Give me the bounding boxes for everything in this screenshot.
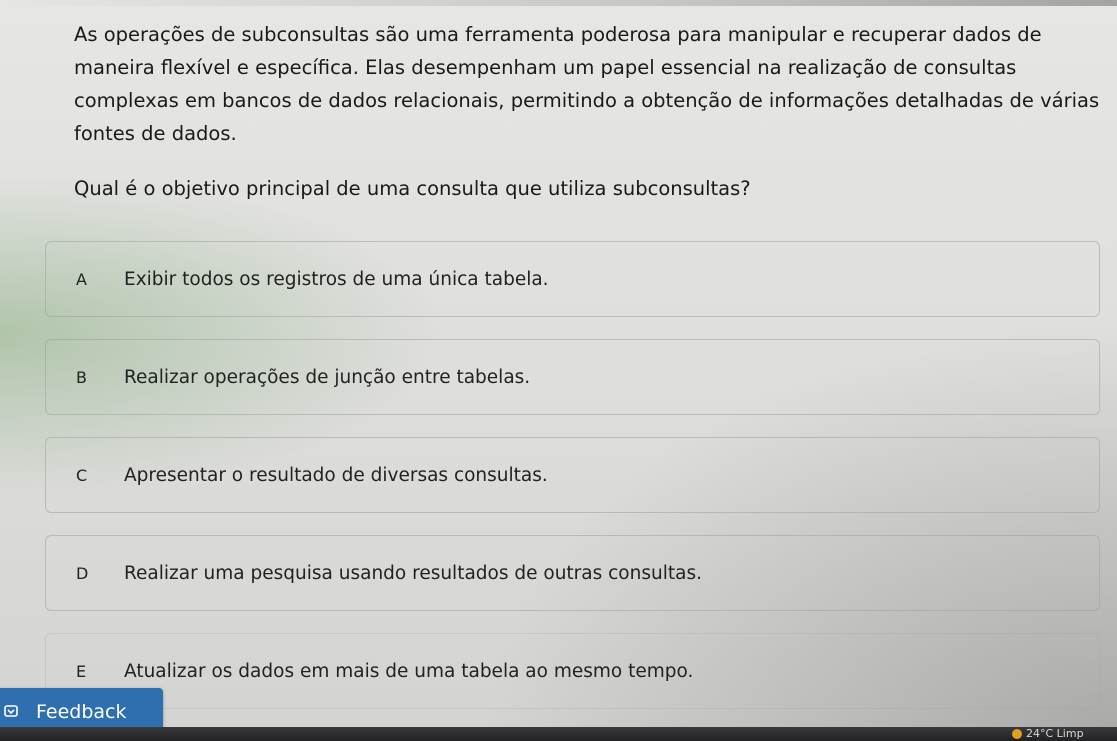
option-text: Realizar operações de junção entre tabel… — [124, 367, 531, 388]
feedback-label: Feedback — [36, 701, 127, 723]
option-b[interactable]: B Realizar operações de junção entre tab… — [45, 339, 1100, 415]
option-text: Exibir todos os registros de uma única t… — [124, 269, 549, 290]
intro-paragraph: As operações de subconsultas são uma fer… — [74, 23, 1100, 145]
option-text: Apresentar o resultado de diversas consu… — [124, 465, 548, 486]
os-taskbar — [0, 727, 1117, 741]
option-text: Realizar uma pesquisa usando resultados … — [124, 563, 702, 584]
question-text: Qual é o objetivo principal de uma consu… — [74, 177, 751, 200]
option-letter: A — [76, 270, 87, 289]
option-c[interactable]: C Apresentar o resultado de diversas con… — [45, 437, 1100, 513]
option-letter: E — [76, 662, 87, 681]
option-text: Atualizar os dados em mais de uma tabela… — [124, 661, 694, 682]
option-letter: C — [76, 466, 88, 485]
weather-text: 24°C Limp — [1026, 727, 1084, 740]
option-letter: D — [76, 564, 89, 583]
feedback-icon — [4, 705, 18, 717]
top-edge-shadow — [0, 0, 1117, 6]
weather-icon — [1012, 729, 1022, 739]
option-letter: B — [76, 368, 87, 387]
answer-options: A Exibir todos os registros de uma única… — [45, 241, 1100, 731]
option-e[interactable]: E Atualizar os dados em mais de uma tabe… — [45, 633, 1100, 709]
taskbar-weather[interactable]: 24°C Limp — [1012, 727, 1084, 741]
option-d[interactable]: D Realizar uma pesquisa usando resultado… — [45, 535, 1100, 611]
option-a[interactable]: A Exibir todos os registros de uma única… — [45, 241, 1100, 317]
